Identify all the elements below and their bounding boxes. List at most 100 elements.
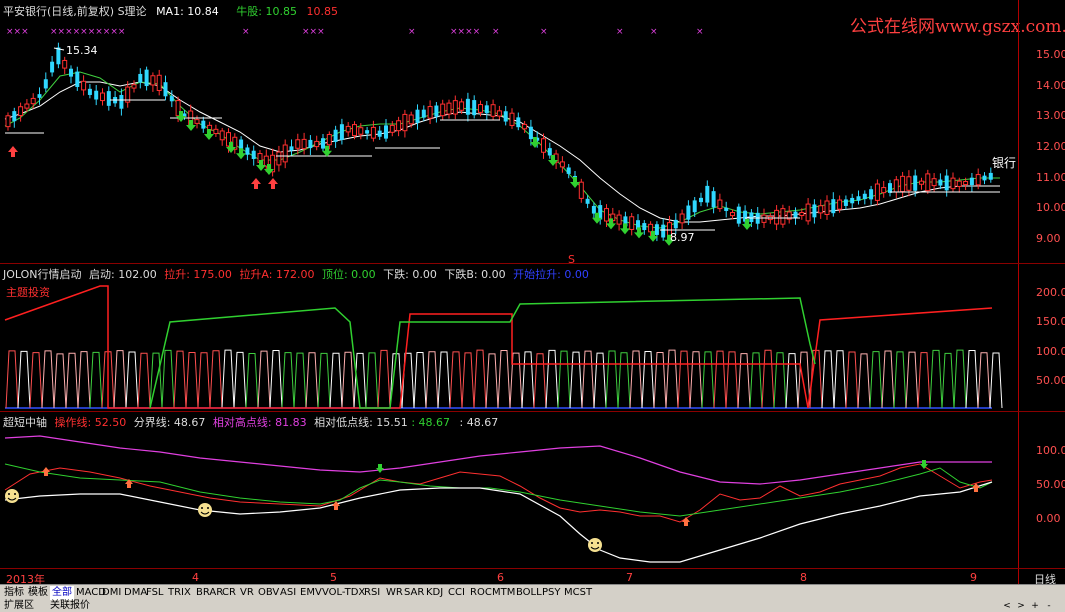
tab-cci[interactable]: CCI: [446, 586, 467, 600]
candle-body: [131, 84, 137, 89]
candle-body: [408, 114, 414, 125]
ind1-wave: [185, 352, 199, 409]
ind1-wave: [689, 351, 703, 409]
ind1-wave: [845, 351, 859, 409]
tab-mcst[interactable]: MCST: [562, 586, 594, 600]
scroll-left-button[interactable]: <: [1000, 600, 1014, 612]
ind1-wave: [353, 352, 367, 409]
expand-area-button[interactable]: 扩展区: [4, 600, 34, 612]
ind1-wave: [401, 352, 415, 409]
svg-text:×××: ×××: [302, 27, 325, 37]
indicator1-chart[interactable]: [0, 264, 1018, 411]
tab-vr[interactable]: VR: [238, 586, 256, 600]
price-tick: 11.00: [1036, 171, 1065, 184]
svg-text:×: ×: [540, 27, 548, 37]
candle-body: [717, 199, 723, 210]
candle-body: [673, 219, 678, 229]
ind1-wave: [545, 349, 559, 409]
smiley-icon: [588, 538, 602, 552]
date-label: 4: [192, 571, 199, 584]
candle-body: [50, 61, 55, 73]
ind1-wave: [125, 351, 139, 409]
tab-cr[interactable]: CR: [220, 586, 238, 600]
candle-body: [163, 82, 168, 97]
candle-body: [843, 199, 848, 206]
tab-psy[interactable]: PSY: [540, 586, 563, 600]
ind2-tick: 100.0: [1036, 444, 1065, 457]
candle-body: [516, 117, 521, 128]
ind1-wave: [209, 350, 223, 409]
tab-rsi[interactable]: RSI: [362, 586, 382, 600]
ind1-wave: [29, 352, 43, 409]
ind1-wave: [965, 350, 979, 409]
candle-body: [503, 111, 508, 122]
candle-body: [874, 183, 880, 201]
candle-body: [56, 47, 61, 65]
candle-body: [427, 106, 433, 119]
related-quote-button[interactable]: 关联报价: [50, 600, 90, 612]
tab-指标[interactable]: 指标: [2, 586, 26, 600]
candle-body: [919, 180, 924, 185]
candle-body: [119, 94, 124, 109]
ind1-wave: [5, 350, 19, 409]
s-marker: S: [568, 253, 575, 263]
ind1-wave: [785, 353, 799, 409]
buy-markers: [42, 467, 980, 526]
ind1-wave: [257, 350, 271, 409]
indicator2-chart[interactable]: [0, 412, 1018, 568]
ind1-tick: 200.0: [1036, 286, 1065, 299]
tab-asi[interactable]: ASI: [278, 586, 298, 600]
candle-body: [730, 212, 735, 217]
tab-模板[interactable]: 模板: [26, 586, 50, 600]
candle-body: [585, 198, 590, 204]
candle-body: [604, 208, 609, 222]
candle-body: [988, 172, 993, 180]
zoom-in-button[interactable]: +: [1028, 600, 1042, 612]
candle-body: [749, 212, 754, 223]
tab-kdj[interactable]: KDJ: [424, 586, 445, 600]
candle-body: [5, 115, 11, 128]
ind1-wave: [269, 350, 283, 409]
candlestick-chart[interactable]: ××× ×××××××××× × ××× × ×××× × × × × × 15…: [0, 14, 1018, 263]
ind1-wave: [341, 351, 355, 409]
svg-text:××××: ××××: [450, 27, 480, 37]
ind1-wave: [821, 350, 835, 409]
ind1-wave: [305, 352, 319, 409]
candle-body: [308, 139, 313, 149]
tab-sar[interactable]: SAR: [402, 586, 426, 600]
candle-body: [94, 90, 99, 100]
zoom-out-button[interactable]: -: [1042, 600, 1056, 612]
tab-dmi[interactable]: DMI: [100, 586, 123, 600]
candle-body: [276, 151, 282, 166]
signal-markers: ××× ×××××××××× × ××× × ×××× × × × × ×: [6, 27, 704, 37]
candle-body: [213, 128, 219, 135]
scroll-right-button[interactable]: >: [1014, 600, 1028, 612]
candle-body: [888, 183, 892, 193]
ind1-wave: [749, 352, 763, 409]
tab-vol-tdx[interactable]: VOL-TDX: [320, 586, 367, 600]
ind1-wave: [329, 352, 343, 409]
ind1-wave: [485, 353, 499, 409]
candle-body: [314, 140, 320, 148]
ind1-tick: 100.0: [1036, 345, 1065, 358]
ind1-wave: [569, 351, 583, 409]
price-tick: 13.00: [1036, 109, 1065, 122]
ind1-wave: [197, 352, 211, 409]
ind1-wave: [617, 352, 631, 409]
price-tick: 12.00: [1036, 140, 1065, 153]
indicator-tab-bar: 指标 模板 全部 MACD DMI DMA FSL TRIX BRAR CR VR OBV ASI EMV…: [0, 584, 1065, 601]
tab-trix[interactable]: TRIX: [166, 586, 193, 600]
tab-全部[interactable]: 全部: [50, 586, 74, 600]
ind1-wave: [737, 353, 751, 409]
high-price-label: 15.34: [66, 44, 98, 57]
candle-body: [75, 71, 80, 87]
tab-fsl[interactable]: FSL: [144, 586, 166, 600]
ind1-wave: [797, 351, 811, 409]
ind1-wave: [725, 351, 739, 409]
candle-body: [150, 75, 156, 86]
candle-body: [156, 74, 162, 91]
candles: [5, 42, 993, 242]
candle-body: [528, 126, 533, 140]
candle-body: [982, 175, 987, 181]
candle-body: [321, 138, 325, 149]
